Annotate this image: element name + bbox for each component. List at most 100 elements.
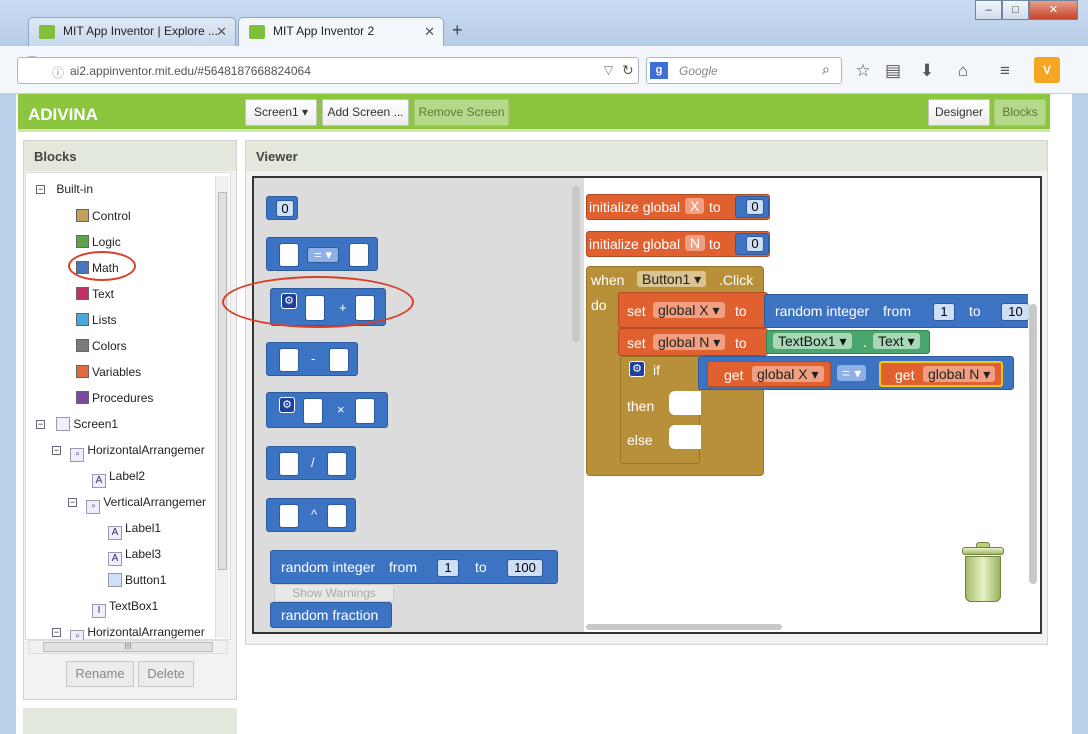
tree-node-label1[interactable]: A Label1 (108, 519, 161, 540)
number-block[interactable]: 0 (266, 196, 298, 220)
collapse-icon[interactable]: − (52, 628, 61, 637)
tab-app-inventor-2[interactable]: MIT App Inventor 2 ✕ (238, 17, 444, 47)
close-tab-icon[interactable]: ✕ (424, 24, 435, 40)
input-slot[interactable] (349, 243, 369, 267)
subtract-block[interactable]: - (266, 342, 358, 376)
remove-screen-button[interactable]: Remove Screen (414, 99, 509, 126)
category-variables[interactable]: Variables (76, 363, 141, 381)
tree-node-vertical-arrangement[interactable]: − ▫ VerticalArrangemer (68, 493, 206, 514)
tree-node-label3[interactable]: A Label3 (108, 545, 161, 566)
get-global-n-block[interactable]: get global N ▾ (879, 361, 1003, 387)
random-fraction-block[interactable]: random fraction (270, 602, 392, 628)
compare-block[interactable]: = ▾ (266, 237, 378, 271)
category-procedures[interactable]: Procedures (76, 389, 153, 407)
then-socket[interactable] (669, 391, 701, 415)
tree-node-label2[interactable]: A Label2 (92, 467, 145, 488)
compare-block[interactable]: get global X ▾ = ▾ get global N ▾ (698, 356, 1014, 390)
reading-list-icon[interactable]: ▤ (882, 60, 904, 82)
input-slot[interactable] (279, 243, 299, 267)
textbox-text-getter-block[interactable]: TextBox1 ▾ . Text ▾ (766, 330, 930, 354)
mutator-gear-icon[interactable]: ⚙ (629, 361, 645, 377)
from-value[interactable]: 1 (933, 303, 955, 321)
set-global-x-block[interactable]: set global X ▾ to (618, 292, 768, 328)
number-value[interactable]: 0 (746, 199, 764, 215)
menu-icon[interactable]: ≡ (994, 60, 1016, 82)
flyout-scrollbar[interactable] (572, 186, 580, 342)
search-box[interactable]: g Google ⌕ (646, 57, 842, 84)
collapse-icon[interactable]: − (52, 446, 61, 455)
maximize-button[interactable]: □ (1002, 0, 1029, 20)
input-slot[interactable] (279, 504, 299, 528)
designer-button[interactable]: Designer (928, 99, 990, 126)
scrollbar-thumb[interactable]: III (43, 642, 213, 652)
input-slot[interactable] (279, 348, 299, 372)
else-socket[interactable] (669, 425, 701, 449)
input-slot[interactable] (327, 452, 347, 476)
set-global-n-block[interactable]: set global N ▾ to (618, 328, 768, 356)
number-value[interactable]: 0 (276, 200, 294, 217)
category-text[interactable]: Text (76, 285, 114, 303)
input-slot[interactable] (279, 452, 299, 476)
to-value[interactable]: 100 (507, 559, 543, 577)
delete-button[interactable]: Delete (138, 661, 194, 687)
collapse-icon[interactable]: − (68, 498, 77, 507)
compare-op-dropdown[interactable]: = ▾ (307, 247, 339, 263)
trash-can-icon[interactable] (960, 541, 1006, 603)
collapse-icon[interactable]: − (36, 185, 45, 194)
rename-button[interactable]: Rename (66, 661, 134, 687)
var-dropdown[interactable]: global N ▾ (923, 366, 996, 382)
divide-block[interactable]: / (266, 446, 356, 480)
var-name-n[interactable]: N (685, 235, 706, 251)
tree-vertical-scrollbar[interactable] (215, 176, 229, 638)
download-icon[interactable]: ⬇ (916, 60, 938, 82)
tree-node-screen1[interactable]: − Screen1 (36, 415, 118, 433)
tree-horizontal-scrollbar[interactable]: III (28, 640, 228, 654)
get-global-x-block[interactable]: get global X ▾ (707, 361, 831, 387)
tree-node-builtin[interactable]: − Built-in (36, 180, 93, 198)
var-name-x[interactable]: X (685, 198, 705, 214)
input-slot[interactable] (303, 398, 323, 424)
category-lists[interactable]: Lists (76, 311, 117, 329)
reload-icon[interactable]: ↻ (622, 62, 634, 79)
compare-op-dropdown[interactable]: = ▾ (837, 365, 867, 381)
close-window-button[interactable]: ✕ (1029, 0, 1078, 20)
screen-select[interactable]: Screen1 ▾ (245, 99, 317, 126)
bookmark-star-icon[interactable]: ☆ (852, 60, 874, 82)
category-colors[interactable]: Colors (76, 337, 127, 355)
var-dropdown[interactable]: global X ▾ (752, 366, 824, 382)
extension-icon[interactable]: V (1034, 57, 1060, 83)
workspace-horizontal-scrollbar[interactable] (586, 624, 782, 630)
property-dropdown[interactable]: Text ▾ (873, 333, 920, 349)
component-dropdown[interactable]: Button1 ▾ (637, 271, 707, 287)
scrollbar-thumb[interactable] (218, 192, 227, 570)
var-dropdown[interactable]: global X ▾ (653, 302, 725, 318)
init-global-n-block[interactable]: initialize global N to 0 (586, 231, 770, 257)
site-info-icon[interactable]: ⓘ (52, 64, 64, 81)
input-slot[interactable] (329, 348, 349, 372)
multiply-block[interactable]: ⚙ × (266, 392, 388, 428)
number-block[interactable]: 0 (735, 196, 769, 218)
tab-explore[interactable]: MIT App Inventor | Explore ... ✕ (28, 17, 236, 46)
tree-node-horizontal-arrangement-2[interactable]: − ▫ HorizontalArrangemer (52, 623, 205, 644)
input-slot[interactable] (327, 504, 347, 528)
close-tab-icon[interactable]: ✕ (216, 24, 227, 40)
mutator-gear-icon[interactable]: ⚙ (279, 397, 295, 413)
number-block[interactable]: 0 (735, 233, 769, 255)
from-value[interactable]: 1 (437, 559, 459, 577)
workspace-vertical-scrollbar[interactable] (1029, 304, 1037, 584)
blocks-button[interactable]: Blocks (994, 99, 1046, 126)
init-global-x-block[interactable]: initialize global X to 0 (586, 194, 770, 220)
input-slot[interactable] (355, 398, 375, 424)
component-dropdown[interactable]: TextBox1 ▾ (773, 333, 852, 349)
new-tab-button[interactable]: + (452, 20, 463, 41)
home-icon[interactable]: ⌂ (952, 60, 974, 82)
category-control[interactable]: Control (76, 207, 131, 225)
number-value[interactable]: 0 (746, 236, 764, 252)
google-icon[interactable]: g (650, 62, 668, 79)
minimize-button[interactable]: – (975, 0, 1002, 20)
dropdown-icon[interactable]: ▽ (604, 63, 613, 77)
random-integer-block[interactable]: random integer from 1 to 100 (270, 550, 558, 584)
var-dropdown[interactable]: global N ▾ (653, 334, 726, 350)
random-integer-block[interactable]: random integer from 1 to 10 (764, 294, 1029, 328)
show-warnings-button[interactable]: Show Warnings (274, 584, 394, 602)
